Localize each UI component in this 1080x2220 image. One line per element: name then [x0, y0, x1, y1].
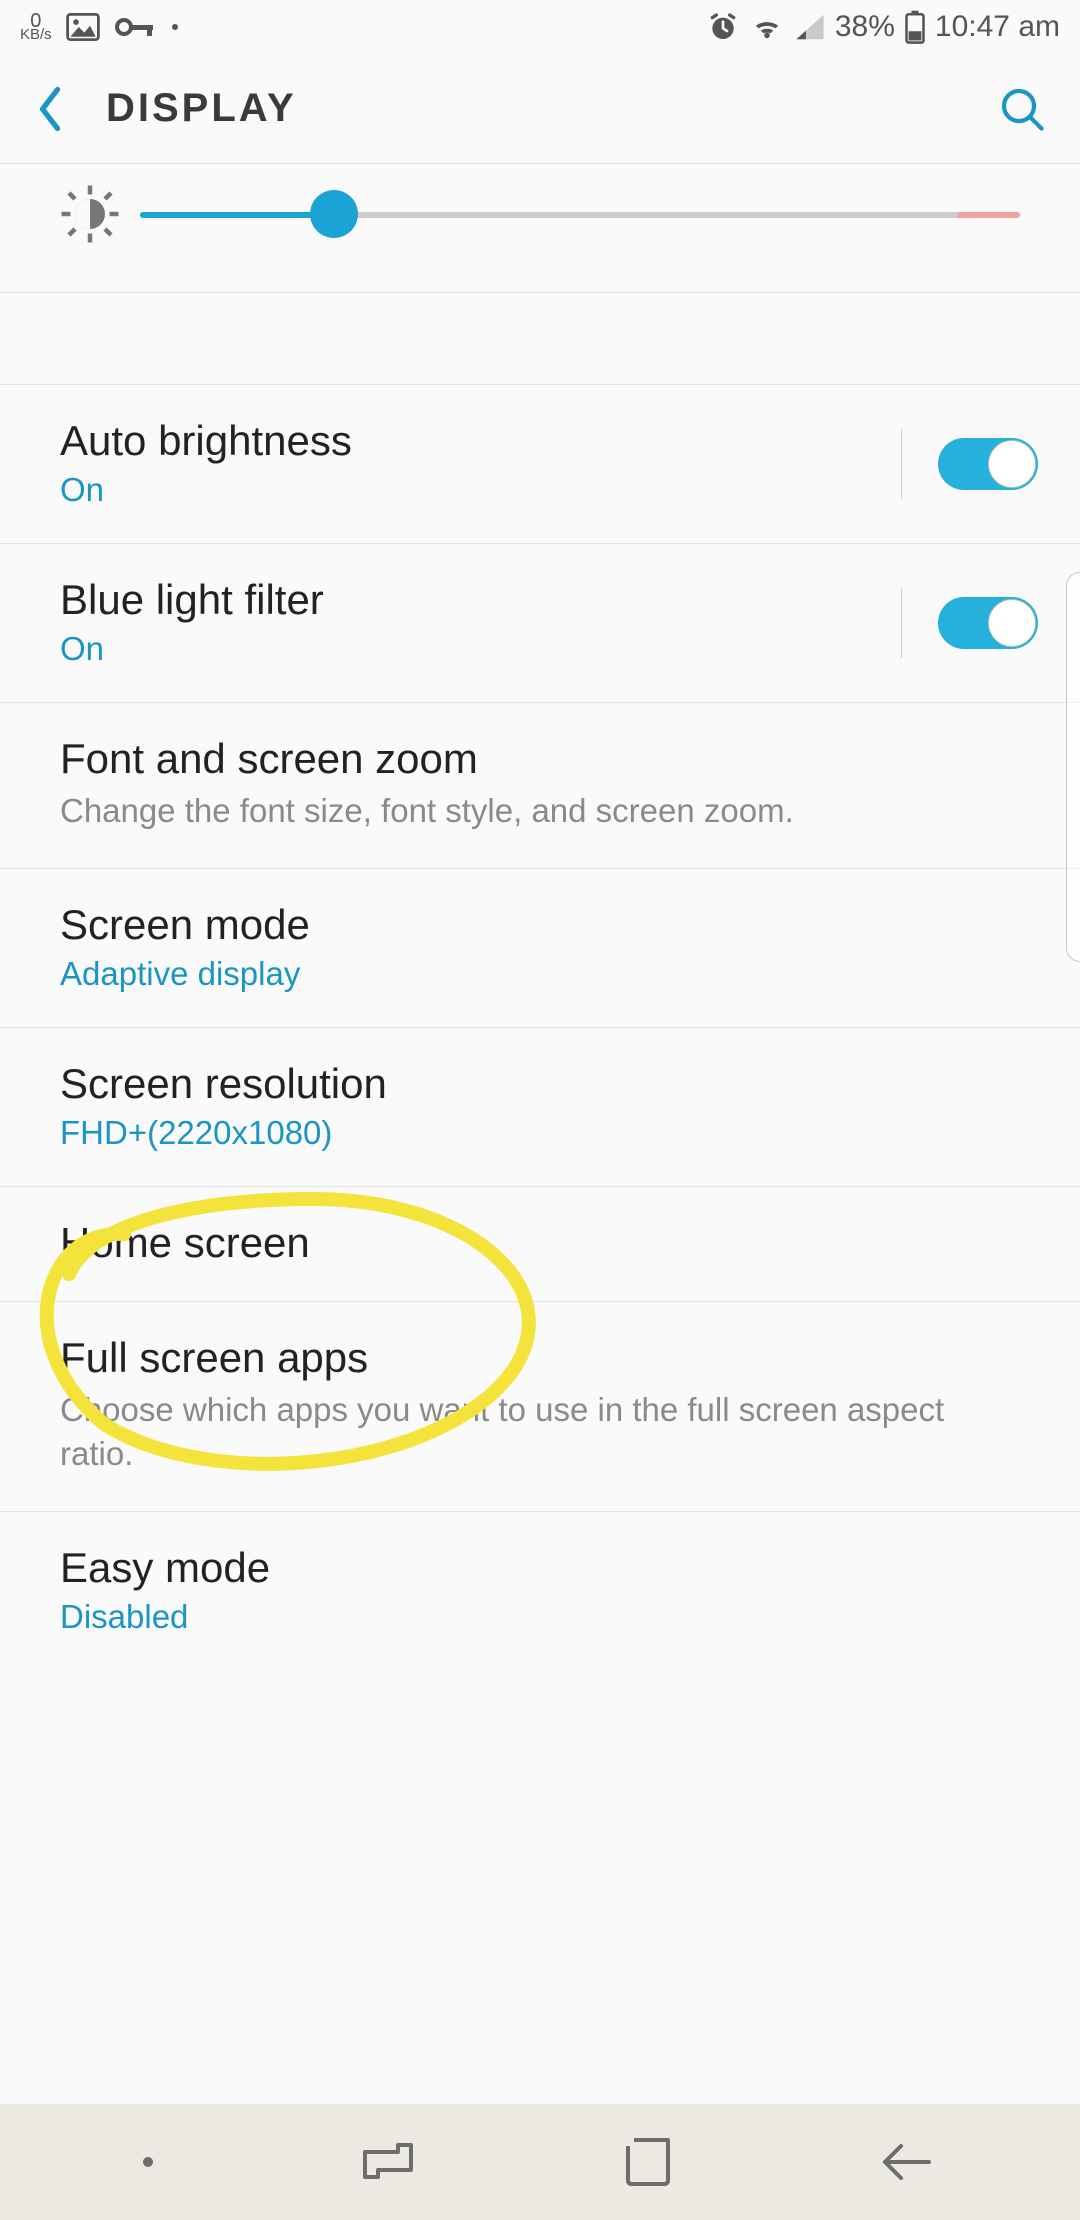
row-full-screen-apps[interactable]: Full screen apps Choose which apps you w…	[0, 1302, 1080, 1512]
brightness-slider[interactable]	[140, 204, 1020, 224]
row-easy-mode[interactable]: Easy mode Disabled	[0, 1512, 1080, 1670]
row-subtitle: Change the font size, font style, and sc…	[60, 789, 1020, 834]
row-title: Blue light filter	[60, 576, 1020, 624]
row-screen-mode[interactable]: Screen mode Adaptive display	[0, 869, 1080, 1028]
toggle-divider	[901, 429, 902, 499]
navigation-bar	[0, 2104, 1080, 2220]
battery-percent: 38%	[835, 10, 895, 44]
status-bar: 0 KB/s 38% 10:47 am	[0, 0, 1080, 54]
scroll-indicator	[1066, 572, 1080, 962]
app-bar: DISPLAY	[0, 54, 1080, 164]
auto-brightness-toggle[interactable]	[938, 438, 1038, 490]
brightness-row	[0, 164, 1080, 292]
row-subtitle: On	[60, 630, 1020, 668]
row-subtitle: FHD+(2220x1080)	[60, 1114, 1020, 1152]
row-title: Easy mode	[60, 1544, 1020, 1592]
row-home-screen[interactable]: Home screen	[0, 1187, 1080, 1302]
settings-content: Auto brightness On Blue light filter On …	[0, 164, 1080, 1670]
row-title: Screen resolution	[60, 1060, 1020, 1108]
alarm-icon	[707, 11, 739, 43]
row-subtitle: On	[60, 471, 1020, 509]
wifi-icon	[749, 13, 785, 41]
row-blue-light-filter[interactable]: Blue light filter On	[0, 544, 1080, 703]
vpn-key-icon	[114, 15, 158, 39]
brightness-icon	[60, 184, 140, 244]
data-speed-indicator: 0 KB/s	[20, 14, 52, 40]
back-button[interactable]	[20, 85, 80, 133]
row-auto-brightness[interactable]: Auto brightness On	[0, 384, 1080, 544]
row-title: Home screen	[60, 1219, 1020, 1267]
back-nav-button[interactable]	[877, 2140, 937, 2184]
home-button[interactable]	[624, 2136, 672, 2188]
signal-icon	[795, 13, 825, 41]
row-title: Full screen apps	[60, 1334, 1020, 1382]
row-title: Auto brightness	[60, 417, 1020, 465]
row-title: Font and screen zoom	[60, 735, 1020, 783]
row-subtitle: Disabled	[60, 1598, 1020, 1636]
row-title: Screen mode	[60, 901, 1020, 949]
recents-button[interactable]	[358, 2140, 418, 2184]
page-title: DISPLAY	[80, 86, 992, 131]
row-screen-resolution[interactable]: Screen resolution FHD+(2220x1080)	[0, 1028, 1080, 1187]
search-button[interactable]	[992, 85, 1052, 133]
clock-text: 10:47 am	[935, 10, 1060, 44]
toggle-divider	[901, 588, 902, 658]
row-font-zoom[interactable]: Font and screen zoom Change the font siz…	[0, 703, 1080, 869]
row-subtitle: Choose which apps you want to use in the…	[60, 1388, 1020, 1477]
row-subtitle: Adaptive display	[60, 955, 1020, 993]
image-icon	[66, 13, 100, 41]
dot-icon	[172, 24, 178, 30]
section-divider	[0, 292, 1080, 384]
battery-icon	[905, 10, 925, 44]
nav-dot	[143, 2157, 153, 2167]
blue-light-toggle[interactable]	[938, 597, 1038, 649]
